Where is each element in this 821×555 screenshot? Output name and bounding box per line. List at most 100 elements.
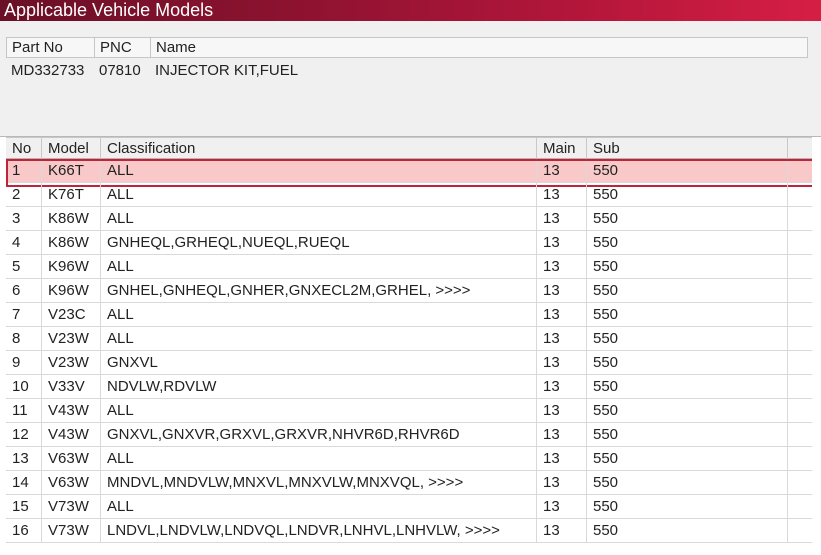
cell-model: V73W	[42, 495, 101, 518]
cell-no: 6	[6, 279, 42, 302]
table-row[interactable]: 5 K96W ALL 13 550	[6, 255, 812, 279]
part-row[interactable]: MD332733 07810 INJECTOR KIT,FUEL	[6, 61, 808, 81]
cell-main: 13	[537, 255, 587, 278]
cell-classification: GNHEQL,GRHEQL,NUEQL,RUEQL	[101, 231, 537, 254]
cell-classification: ALL	[101, 207, 537, 230]
cell-classification: ALL	[101, 183, 537, 206]
cell-main: 13	[537, 399, 587, 422]
cell-sub: 550	[587, 303, 788, 326]
cell-model: V33V	[42, 375, 101, 398]
cell-filler	[788, 399, 812, 422]
cell-sub: 550	[587, 351, 788, 374]
cell-classification: ALL	[101, 255, 537, 278]
table-row[interactable]: 12 V43W GNXVL,GNXVR,GRXVL,GRXVR,NHVR6D,RHV…	[6, 423, 812, 447]
cell-filler	[788, 231, 812, 254]
table-row[interactable]: 6 K96W GNHEL,GNHEQL,GNHER,GNXECL2M,GRHEL, …	[6, 279, 812, 303]
cell-model: K86W	[42, 231, 101, 254]
cell-classification: ALL	[101, 495, 537, 518]
cell-main: 13	[537, 231, 587, 254]
table-row[interactable]: 3 K86W ALL 13 550	[6, 207, 812, 231]
column-header-no[interactable]: No	[6, 138, 42, 159]
cell-main: 13	[537, 447, 587, 470]
cell-sub: 550	[587, 207, 788, 230]
table-row[interactable]: 13 V63W ALL 13 550	[6, 447, 812, 471]
cell-filler	[788, 327, 812, 350]
cell-filler	[788, 423, 812, 446]
cell-sub: 550	[587, 495, 788, 518]
cell-no: 4	[6, 231, 42, 254]
cell-sub: 550	[587, 375, 788, 398]
cell-model: V63W	[42, 471, 101, 494]
cell-filler	[788, 351, 812, 374]
cell-sub: 550	[587, 399, 788, 422]
cell-filler	[788, 495, 812, 518]
table-row[interactable]: 15 V73W ALL 13 550	[6, 495, 812, 519]
column-header-name[interactable]: Name	[151, 38, 807, 57]
cell-no: 16	[6, 519, 42, 542]
cell-no: 15	[6, 495, 42, 518]
vehicle-models-grid: No Model Classification Main Sub 1 K66T AL…	[6, 137, 812, 555]
part-number: MD332733	[11, 62, 85, 79]
cell-main: 13	[537, 471, 587, 494]
cell-filler	[788, 447, 812, 470]
cell-model: V63W	[42, 447, 101, 470]
cell-filler	[788, 303, 812, 326]
cell-sub: 550	[587, 471, 788, 494]
cell-sub: 550	[587, 423, 788, 446]
table-row[interactable]: 1 K66T ALL 13 550	[6, 159, 812, 187]
cell-no: 1	[6, 159, 42, 182]
cell-classification: GNHEL,GNHEQL,GNHER,GNXECL2M,GRHEL, >>>>	[101, 279, 537, 302]
column-header-main[interactable]: Main	[537, 138, 587, 159]
cell-model: V23C	[42, 303, 101, 326]
table-row[interactable]: 2 K76T ALL 13 550	[6, 183, 812, 207]
cell-model: K86W	[42, 207, 101, 230]
column-header-pnc[interactable]: PNC	[95, 38, 151, 57]
cell-sub: 550	[587, 183, 788, 206]
cell-no: 2	[6, 183, 42, 206]
cell-classification: ALL	[101, 399, 537, 422]
cell-main: 13	[537, 495, 587, 518]
cell-no: 8	[6, 327, 42, 350]
cell-filler	[788, 471, 812, 494]
cell-sub: 550	[587, 447, 788, 470]
cell-model: V43W	[42, 423, 101, 446]
part-name: INJECTOR KIT,FUEL	[155, 62, 299, 79]
table-row[interactable]: 10 V33V NDVLW,RDVLW 13 550	[6, 375, 812, 399]
cell-classification: LNDVL,LNDVLW,LNDVQL,LNDVR,LNHVL,LNHVLW, …	[101, 519, 537, 542]
table-row[interactable]: 16 V73W LNDVL,LNDVLW,LNDVQL,LNDVR,LNHVL,LN…	[6, 519, 812, 543]
cell-no: 13	[6, 447, 42, 470]
cell-main: 13	[537, 375, 587, 398]
cell-classification: GNXVL,GNXVR,GRXVL,GRXVR,NHVR6D,RHVR6D	[101, 423, 537, 446]
table-row[interactable]: 7 V23C ALL 13 550	[6, 303, 812, 327]
table-row[interactable]: 9 V23W GNXVL 13 550	[6, 351, 812, 375]
column-header-classification[interactable]: Classification	[101, 138, 537, 159]
column-header-part-no[interactable]: Part No	[7, 38, 95, 57]
column-header-sub[interactable]: Sub	[587, 138, 788, 159]
column-header-filler	[788, 138, 812, 159]
cell-main: 13	[537, 279, 587, 302]
cell-no: 5	[6, 255, 42, 278]
cell-main: 13	[537, 183, 587, 206]
part-info-panel: Part No PNC Name MD332733 07810 INJECTOR…	[0, 21, 821, 137]
column-header-model[interactable]: Model	[42, 138, 101, 159]
table-row[interactable]: 4 K86W GNHEQL,GRHEQL,NUEQL,RUEQL 13 550	[6, 231, 812, 255]
cell-sub: 550	[587, 159, 788, 182]
cell-model: V73W	[42, 519, 101, 542]
part-table-header: Part No PNC Name	[6, 37, 808, 58]
table-row[interactable]: 14 V63W MNDVL,MNDVLW,MNXVL,MNXVLW,MNXVQL, …	[6, 471, 812, 495]
cell-main: 13	[537, 519, 587, 542]
cell-main: 13	[537, 159, 587, 182]
cell-model: V23W	[42, 351, 101, 374]
table-row[interactable]: 11 V43W ALL 13 550	[6, 399, 812, 423]
cell-main: 13	[537, 423, 587, 446]
cell-filler	[788, 159, 812, 182]
cell-classification: ALL	[101, 303, 537, 326]
cell-filler	[788, 519, 812, 542]
cell-model: K96W	[42, 255, 101, 278]
cell-no: 7	[6, 303, 42, 326]
cell-classification: ALL	[101, 447, 537, 470]
table-row[interactable]: 8 V23W ALL 13 550	[6, 327, 812, 351]
cell-sub: 550	[587, 519, 788, 542]
cell-no: 3	[6, 207, 42, 230]
cell-classification: ALL	[101, 327, 537, 350]
